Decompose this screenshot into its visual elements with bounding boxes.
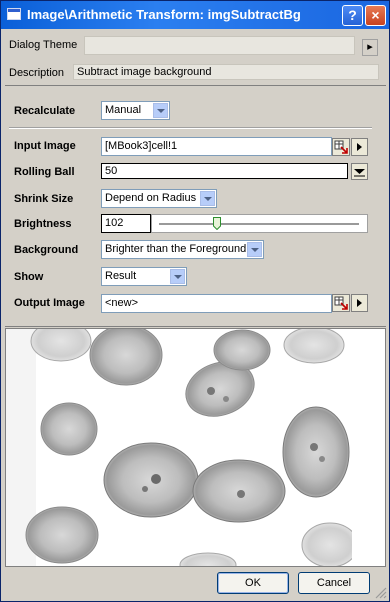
dialog-theme-field[interactable] bbox=[84, 36, 355, 55]
background-value: Brighter than the Foreground bbox=[105, 243, 247, 255]
brightness-label: Brightness bbox=[14, 218, 72, 230]
recalculate-label: Recalculate bbox=[14, 105, 76, 117]
background-label: Background bbox=[14, 244, 79, 256]
triangle-right-icon: ▸ bbox=[367, 41, 373, 53]
input-image-value: [MBook3]cell!1 bbox=[105, 140, 178, 152]
recalculate-value: Manual bbox=[105, 104, 142, 116]
shrink-size-label: Shrink Size bbox=[14, 193, 74, 205]
output-image-label: Output Image bbox=[14, 297, 85, 309]
shrink-size-value: Depend on Radius bbox=[105, 192, 197, 204]
show-label: Show bbox=[14, 271, 44, 283]
triangle-right-icon bbox=[357, 143, 362, 151]
rolling-ball-field[interactable]: 50 bbox=[101, 163, 348, 179]
dialog-window: Image\Arithmetic Transform: imgSubtractB… bbox=[0, 0, 390, 602]
rolling-ball-label: Rolling Ball bbox=[14, 166, 75, 178]
chevron-down-icon bbox=[153, 103, 168, 118]
rolling-ball-dropdown-button[interactable] bbox=[351, 163, 368, 180]
input-image-field[interactable]: [MBook3]cell!1 bbox=[101, 137, 332, 156]
chevron-down-icon bbox=[170, 269, 185, 284]
brightness-slider[interactable] bbox=[151, 214, 368, 233]
chevron-down-icon bbox=[247, 242, 262, 257]
brightness-input[interactable]: 102 bbox=[101, 214, 151, 233]
cell-image bbox=[6, 329, 385, 566]
ok-button[interactable]: OK bbox=[217, 572, 289, 594]
shrink-size-select[interactable]: Depend on Radius bbox=[101, 189, 217, 208]
slider-track bbox=[159, 223, 359, 226]
triangle-down-icon bbox=[354, 169, 365, 177]
description-value: Subtract image background bbox=[77, 66, 212, 78]
dialog-theme-label: Dialog Theme bbox=[9, 39, 78, 51]
slider-thumb[interactable] bbox=[213, 217, 221, 231]
title-bar[interactable]: Image\Arithmetic Transform: imgSubtractB… bbox=[1, 1, 389, 29]
show-select[interactable]: Result bbox=[101, 267, 187, 286]
close-button[interactable]: × bbox=[365, 5, 386, 26]
input-image-menu-button[interactable] bbox=[351, 138, 368, 156]
description-field: Subtract image background bbox=[73, 64, 379, 80]
rolling-ball-value: 50 bbox=[105, 165, 118, 177]
window-icon bbox=[7, 8, 21, 20]
background-select[interactable]: Brighter than the Foreground bbox=[101, 240, 264, 259]
input-image-label: Input Image bbox=[14, 140, 76, 152]
chevron-down-icon bbox=[200, 191, 215, 206]
input-image-picker-button[interactable] bbox=[332, 138, 350, 156]
help-button[interactable]: ? bbox=[342, 5, 363, 26]
output-image-menu-button[interactable] bbox=[351, 294, 368, 312]
resize-grip-icon[interactable] bbox=[373, 585, 387, 599]
output-image-picker-button[interactable] bbox=[332, 294, 350, 312]
window-title: Image\Arithmetic Transform: imgSubtractB… bbox=[27, 7, 301, 22]
description-label: Description bbox=[9, 67, 65, 79]
theme-menu-button[interactable]: ▸ bbox=[362, 39, 378, 56]
output-image-value: <new> bbox=[105, 297, 139, 309]
triangle-right-icon bbox=[357, 299, 362, 307]
recalculate-select[interactable]: Manual bbox=[101, 101, 170, 120]
cell-picker-icon bbox=[334, 296, 348, 310]
image-preview bbox=[5, 328, 386, 567]
brightness-value: 102 bbox=[105, 217, 124, 229]
cancel-button[interactable]: Cancel bbox=[298, 572, 370, 594]
separator bbox=[9, 127, 372, 129]
show-value: Result bbox=[105, 270, 137, 282]
cell-picker-icon bbox=[334, 140, 348, 154]
output-image-field[interactable]: <new> bbox=[101, 294, 332, 313]
